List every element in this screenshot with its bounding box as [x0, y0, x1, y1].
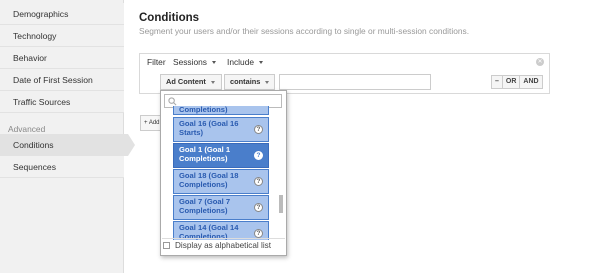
page-subtitle: Segment your users and/or their sessions…	[139, 26, 470, 36]
help-icon: ?	[254, 125, 263, 134]
chevron-down-icon	[265, 80, 270, 84]
list-item[interactable]: Goal 1 (Goal 1 Completions)?	[173, 143, 269, 168]
help-icon: ?	[254, 203, 263, 212]
remove-filter-icon[interactable]: ✕	[536, 58, 544, 66]
sidebar-item-sequences[interactable]: Sequences	[0, 156, 124, 178]
list-item-label: Goal 1 (Goal 1 Completions)	[179, 145, 231, 163]
alphabetical-label: Display as alphabetical list	[175, 241, 272, 250]
help-icon: ?	[254, 151, 263, 160]
add-filter-button[interactable]: + Add	[140, 115, 162, 131]
search-icon	[168, 97, 177, 106]
dimension-select[interactable]: Ad Content	[160, 74, 222, 90]
list-item[interactable]: Goal 7 (Goal 7 Completions)?	[173, 195, 269, 220]
sidebar-item-technology[interactable]: Technology	[0, 25, 124, 47]
sidebar-item-date-of-first-session[interactable]: Date of First Session	[0, 69, 124, 91]
sidebar-section-advanced: Advanced	[8, 124, 46, 134]
include-dropdown[interactable]: Include	[227, 57, 264, 67]
sidebar-item-demographics[interactable]: Demographics	[0, 3, 124, 25]
list-item[interactable]: Completions)	[173, 106, 269, 115]
operator-select[interactable]: contains	[224, 74, 275, 90]
chevron-down-icon	[211, 61, 216, 65]
help-icon: ?	[254, 177, 263, 186]
divider	[162, 238, 285, 239]
sidebar-item-conditions[interactable]: Conditions	[0, 134, 135, 156]
list-item-label: Goal 18 (Goal 18 Completions)	[179, 171, 239, 189]
operator-label: contains	[230, 77, 261, 86]
include-label: Include	[227, 57, 255, 67]
sidebar-item-traffic-sources[interactable]: Traffic Sources	[0, 91, 124, 113]
scope-label: Sessions	[173, 57, 207, 67]
remove-condition-button[interactable]: –	[492, 76, 503, 88]
condition-value-input[interactable]	[279, 74, 431, 90]
dropdown-list[interactable]: Completions) Goal 16 (Goal 16 Starts)? G…	[173, 106, 271, 240]
filter-label: Filter	[147, 57, 166, 67]
list-item[interactable]: Goal 16 (Goal 16 Starts)?	[173, 117, 269, 142]
scope-dropdown[interactable]: Sessions	[173, 57, 216, 67]
sidebar-item-behavior[interactable]: Behavior	[0, 47, 124, 69]
chevron-down-icon	[210, 80, 215, 84]
list-item-label: Completions)	[179, 106, 228, 114]
dimension-label: Ad Content	[166, 77, 206, 86]
and-button[interactable]: AND	[520, 76, 541, 88]
chevron-down-icon	[259, 61, 264, 65]
dropdown-scrollbar[interactable]	[279, 195, 283, 213]
list-item-label: Goal 16 (Goal 16 Starts)	[179, 119, 239, 137]
page-title: Conditions	[139, 12, 200, 24]
logic-button-group: – OR AND	[491, 75, 543, 89]
alphabetical-checkbox[interactable]	[163, 242, 170, 249]
or-button[interactable]: OR	[503, 76, 521, 88]
list-item[interactable]: Goal 18 (Goal 18 Completions)?	[173, 169, 269, 194]
help-icon: ?	[254, 229, 263, 238]
list-item-label: Goal 7 (Goal 7 Completions)	[179, 197, 231, 215]
